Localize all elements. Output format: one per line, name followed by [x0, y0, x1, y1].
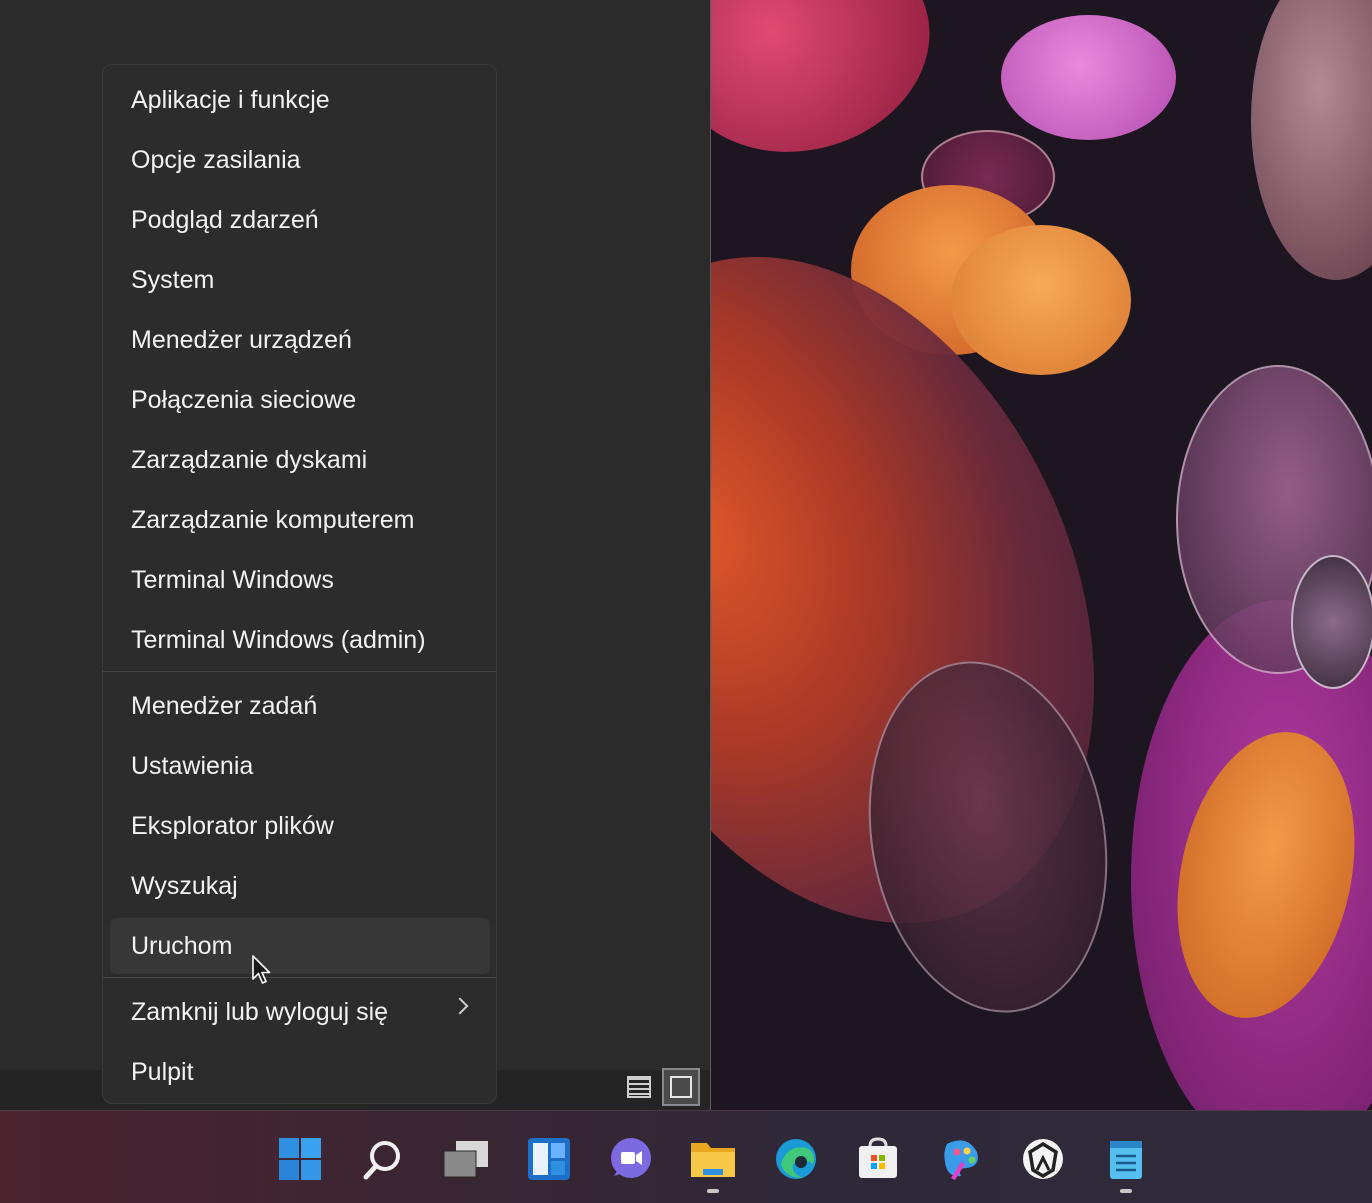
- menu-item-label: Zamknij lub wyloguj się: [131, 997, 389, 1026]
- menu-item-label: Eksplorator plików: [131, 811, 334, 840]
- details-view-button[interactable]: [620, 1068, 658, 1106]
- widgets-button[interactable]: [524, 1135, 574, 1183]
- search-icon: [363, 1141, 400, 1180]
- tiles-view-button[interactable]: [662, 1068, 700, 1106]
- menu-item-label: Aplikacje i funkcje: [131, 85, 330, 114]
- notepad-button[interactable]: [1101, 1135, 1151, 1183]
- task-view-icon: [443, 1141, 488, 1178]
- menu-item-label: Menedżer urządzeń: [131, 325, 352, 354]
- menu-item-label: Wyszukaj: [131, 871, 238, 900]
- menu-item-desktop[interactable]: Pulpit: [103, 1044, 496, 1100]
- menu-item-label: Zarządzanie dyskami: [131, 445, 368, 474]
- mouse-cursor-icon: [252, 955, 271, 984]
- menu-item-disk-management[interactable]: Zarządzanie dyskami: [103, 432, 496, 488]
- menu-item-task-manager[interactable]: Menedżer zadań: [103, 678, 496, 734]
- paint-button[interactable]: [935, 1135, 985, 1183]
- edge-button[interactable]: [771, 1135, 821, 1183]
- menu-item-label: Uruchom: [131, 931, 233, 960]
- menu-item-device-manager[interactable]: Menedżer urządzeń: [103, 312, 496, 368]
- store-button[interactable]: [853, 1135, 903, 1183]
- running-indicator: [707, 1189, 719, 1193]
- notepad-icon: [1110, 1141, 1142, 1179]
- start-button[interactable]: [275, 1135, 325, 1183]
- file-explorer-icon: [691, 1143, 735, 1177]
- menu-separator: [103, 671, 496, 672]
- running-indicator: [1120, 1189, 1132, 1193]
- chat-icon: [611, 1138, 651, 1178]
- quick-link-menu: Aplikacje i funkcje Opcje zasilania Podg…: [102, 64, 497, 1104]
- menu-item-label: Ustawienia: [131, 751, 254, 780]
- menu-separator: [103, 977, 496, 978]
- tiles-view-icon: [670, 1076, 692, 1098]
- menu-item-file-explorer[interactable]: Eksplorator plików: [103, 798, 496, 854]
- menu-item-terminal[interactable]: Terminal Windows: [103, 552, 496, 608]
- chat-button[interactable]: [606, 1135, 656, 1183]
- menu-item-settings[interactable]: Ustawienia: [103, 738, 496, 794]
- menu-item-label: Połączenia sieciowe: [131, 385, 357, 414]
- menu-item-label: Terminal Windows (admin): [131, 625, 426, 654]
- start-icon: [279, 1138, 321, 1180]
- menu-item-network-connections[interactable]: Połączenia sieciowe: [103, 372, 496, 428]
- store-icon: [859, 1137, 897, 1178]
- app-button[interactable]: [1018, 1135, 1068, 1183]
- task-view-button[interactable]: [441, 1135, 491, 1183]
- menu-item-run[interactable]: Uruchom: [110, 918, 490, 974]
- menu-item-search[interactable]: Wyszukaj: [103, 858, 496, 914]
- paint-icon: [944, 1140, 978, 1180]
- taskbar: [0, 1110, 1372, 1203]
- menu-item-apps-features[interactable]: Aplikacje i funkcje: [103, 72, 496, 128]
- menu-item-label: Opcje zasilania: [131, 145, 301, 174]
- desktop-wallpaper: [711, 0, 1372, 1110]
- menu-item-label: System: [131, 265, 215, 294]
- menu-item-label: Pulpit: [131, 1057, 194, 1086]
- menu-item-label: Zarządzanie komputerem: [131, 505, 415, 534]
- app-icon: [1023, 1139, 1063, 1179]
- chevron-right-icon: [451, 997, 469, 1015]
- menu-item-event-viewer[interactable]: Podgląd zdarzeń: [103, 192, 496, 248]
- menu-item-shutdown-signout[interactable]: Zamknij lub wyloguj się: [103, 984, 496, 1040]
- menu-item-terminal-admin[interactable]: Terminal Windows (admin): [103, 612, 496, 668]
- search-button[interactable]: [358, 1135, 408, 1183]
- menu-item-label: Menedżer zadań: [131, 691, 318, 720]
- file-explorer-button[interactable]: [688, 1135, 738, 1183]
- edge-icon: [776, 1139, 816, 1179]
- menu-item-computer-management[interactable]: Zarządzanie komputerem: [103, 492, 496, 548]
- menu-item-label: Podgląd zdarzeń: [131, 205, 319, 234]
- menu-item-system[interactable]: System: [103, 252, 496, 308]
- details-view-icon: [627, 1076, 651, 1098]
- widgets-icon: [528, 1138, 570, 1180]
- menu-item-power-options[interactable]: Opcje zasilania: [103, 132, 496, 188]
- menu-item-label: Terminal Windows: [131, 565, 334, 594]
